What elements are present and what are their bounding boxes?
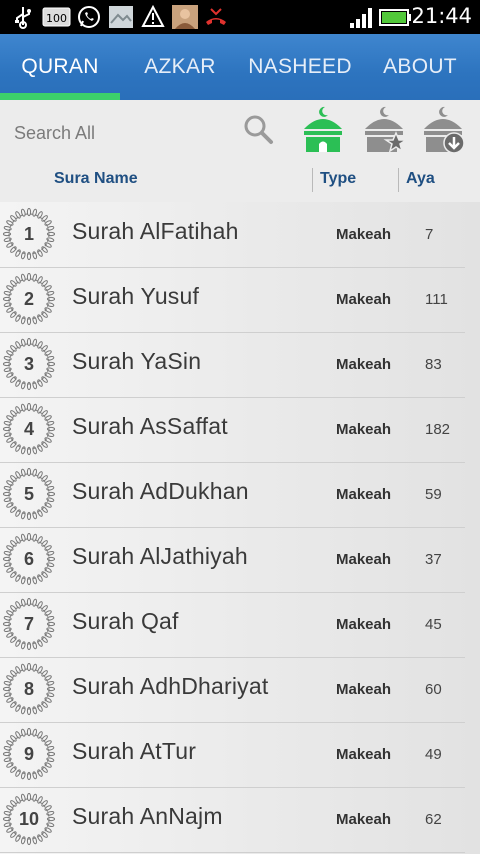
sura-number: 4 (23, 418, 34, 439)
battery-badge-icon: 100 (42, 5, 72, 29)
alert-icon (141, 5, 165, 29)
sura-name: Surah Yusuf (72, 283, 200, 309)
mosque-home-icon (300, 105, 346, 157)
sura-aya-count: 83 (425, 356, 442, 373)
list-item[interactable]: 3 Surah YaSin Makeah 83 (0, 332, 465, 398)
sura-aya-count: 59 (425, 486, 442, 503)
toolbar (0, 100, 480, 164)
sura-number: 2 (23, 288, 34, 309)
tab-azkar[interactable]: AZKAR (120, 34, 240, 100)
sura-name: Surah AdhDhariyat (72, 673, 269, 699)
ornament-number-badge-icon: 7 (3, 598, 55, 650)
sura-aya-count: 37 (425, 551, 442, 568)
sura-type: Makeah (336, 356, 392, 373)
list-item[interactable]: 9 Surah AtTur Makeah 49 (0, 722, 465, 788)
sura-aya-count: 111 (425, 291, 448, 308)
sura-name: Surah AlFatihah (72, 218, 239, 244)
sura-type: Makeah (336, 421, 392, 438)
column-divider (398, 168, 399, 192)
list-item[interactable]: 5 Surah AdDukhan Makeah 59 (0, 462, 465, 528)
mosque-favorite-icon (361, 105, 409, 157)
sura-aya-count: 60 (425, 681, 442, 698)
list-item[interactable]: 8 Surah AdhDhariyat Makeah 60 (0, 657, 465, 723)
sura-aya-count: 45 (425, 616, 442, 633)
list-item[interactable]: 10 Surah AnNajm Makeah 62 (0, 787, 465, 853)
list-item[interactable]: 4 Surah AsSaffat Makeah 182 (0, 397, 465, 463)
column-sura-name[interactable]: Sura Name (54, 170, 138, 188)
usb-icon (12, 5, 34, 29)
list-item[interactable]: 7 Surah Qaf Makeah 45 (0, 592, 465, 658)
clock: 21:44 (411, 4, 472, 28)
ornament-number-badge-icon: 9 (3, 728, 55, 780)
sura-type: Makeah (336, 746, 392, 763)
search-input[interactable] (14, 118, 234, 148)
ornament-number-badge-icon: 5 (3, 468, 55, 520)
missed-call-icon (203, 5, 229, 29)
list-item[interactable]: 1 Surah AlFatihah Makeah 7 (0, 202, 465, 268)
sura-name: Surah AdDukhan (72, 478, 249, 504)
sura-name: Surah AlJathiyah (72, 543, 248, 569)
sura-aya-count: 62 (425, 811, 442, 828)
ornament-number-badge-icon: 10 (3, 793, 55, 845)
column-aya[interactable]: Aya (406, 170, 435, 188)
sura-number: 10 (18, 808, 40, 829)
battery-badge-text: 100 (46, 12, 67, 25)
tab-bar: QURAN AZKAR NASHEED ABOUT (0, 34, 480, 100)
tab-nasheed[interactable]: NASHEED (240, 34, 360, 100)
sura-name: Surah Qaf (72, 608, 179, 634)
sura-number: 7 (23, 613, 34, 634)
ornament-number-badge-icon: 1 (3, 208, 55, 260)
sura-type: Makeah (336, 616, 392, 633)
sura-type: Makeah (336, 291, 392, 308)
contact-photo-icon (172, 5, 198, 29)
signal-icon (348, 5, 376, 29)
search-icon (242, 113, 274, 149)
sura-type: Makeah (336, 226, 392, 243)
sura-type: Makeah (336, 681, 392, 698)
sura-type: Makeah (336, 811, 392, 828)
home-mosque-button[interactable] (299, 104, 347, 158)
ornament-number-badge-icon: 4 (3, 403, 55, 455)
sura-number: 5 (23, 483, 34, 504)
whatsapp-icon (76, 5, 102, 29)
ornament-number-badge-icon: 3 (3, 338, 55, 390)
sura-number: 3 (23, 353, 34, 374)
sura-number: 8 (23, 678, 34, 699)
active-tab-indicator (0, 93, 120, 100)
sura-number: 1 (23, 223, 34, 244)
battery-icon (378, 5, 412, 29)
column-header: Sura Name Type Aya (0, 164, 480, 202)
favorites-mosque-button[interactable] (360, 104, 409, 158)
sura-aya-count: 182 (425, 421, 451, 438)
ornament-number-badge-icon: 6 (3, 533, 55, 585)
sura-number: 9 (23, 743, 34, 764)
mosque-download-icon (420, 105, 466, 157)
gallery-icon (107, 5, 135, 29)
tab-about[interactable]: ABOUT (360, 34, 480, 100)
sura-aya-count: 49 (425, 746, 442, 763)
sura-name: Surah AtTur (72, 738, 197, 764)
sura-number: 6 (23, 548, 34, 569)
sura-name: Surah AsSaffat (72, 413, 228, 439)
sura-aya-count: 7 (425, 226, 434, 243)
sura-name: Surah YaSin (72, 348, 202, 374)
list-item[interactable]: 6 Surah AlJathiyah Makeah 37 (0, 527, 465, 593)
sura-type: Makeah (336, 486, 392, 503)
sura-type: Makeah (336, 551, 392, 568)
ornament-number-badge-icon: 2 (3, 273, 55, 325)
status-bar: 100 21:44 (0, 0, 480, 34)
column-type[interactable]: Type (320, 170, 356, 188)
column-divider (312, 168, 313, 192)
sura-list: 1 Surah AlFatihah Makeah 7 2 Surah Yusuf Makea… (0, 202, 480, 854)
ornament-number-badge-icon: 8 (3, 663, 55, 715)
tab-quran[interactable]: QURAN (0, 34, 120, 100)
download-mosque-button[interactable] (419, 104, 467, 158)
sura-name: Surah AnNajm (72, 803, 223, 829)
search-button[interactable] (234, 104, 282, 158)
list-item[interactable]: 2 Surah Yusuf Makeah 111 (0, 267, 465, 333)
